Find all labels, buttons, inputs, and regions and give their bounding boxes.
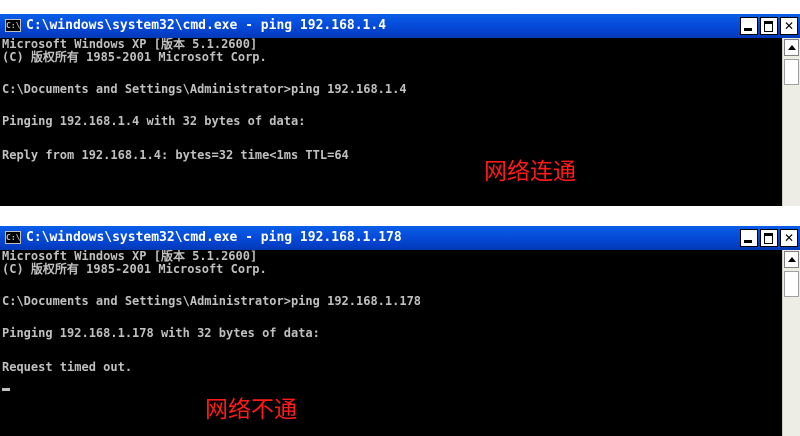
close-button[interactable]: ✕ <box>780 17 798 35</box>
title-bar[interactable]: C:\ C:\windows\system32\cmd.exe - ping 1… <box>0 14 800 38</box>
cmd-icon[interactable]: C:\ <box>5 231 21 244</box>
console-line: Request timed out. <box>2 360 133 374</box>
cmd-window-ping-timeout: C:\ C:\windows\system32\cmd.exe - ping 1… <box>0 226 800 436</box>
maximize-button[interactable] <box>760 229 778 247</box>
vertical-scrollbar[interactable] <box>782 38 800 206</box>
title-bar[interactable]: C:\ C:\windows\system32\cmd.exe - ping 1… <box>0 226 800 250</box>
console-line: (C) 版权所有 1985-2001 Microsoft Corp. <box>2 50 267 64</box>
vertical-scrollbar[interactable] <box>782 250 800 436</box>
cmd-window-ping-success: C:\ C:\windows\system32\cmd.exe - ping 1… <box>0 14 800 206</box>
scroll-thumb[interactable] <box>784 271 799 297</box>
minimize-button[interactable] <box>740 229 758 247</box>
window-controls: ✕ <box>740 229 798 247</box>
console-line: C:\Documents and Settings\Administrator>… <box>2 82 407 96</box>
cmd-icon[interactable]: C:\ <box>5 19 21 32</box>
window-controls: ✕ <box>740 17 798 35</box>
window-title: C:\windows\system32\cmd.exe - ping 192.1… <box>26 18 387 33</box>
console-cursor-line <box>2 378 782 391</box>
console-line: Pinging 192.168.1.178 with 32 bytes of d… <box>2 326 320 340</box>
console-output[interactable]: Microsoft Windows XP [版本 5.1.2600] (C) 版… <box>0 38 782 206</box>
close-button[interactable]: ✕ <box>780 229 798 247</box>
scroll-up-arrow-icon[interactable] <box>784 251 799 268</box>
console-line: Reply from 192.168.1.4: bytes=32 time<1m… <box>2 148 349 162</box>
maximize-button[interactable] <box>760 17 778 35</box>
scroll-up-arrow-icon[interactable] <box>784 39 799 56</box>
annotation-label: 网络连通 <box>484 159 576 185</box>
minimize-button[interactable] <box>740 17 758 35</box>
window-title: C:\windows\system32\cmd.exe - ping 192.1… <box>26 230 402 245</box>
text-cursor <box>2 388 10 391</box>
console-line: (C) 版权所有 1985-2001 Microsoft Corp. <box>2 262 267 276</box>
console-line: Pinging 192.168.1.4 with 32 bytes of dat… <box>2 114 306 128</box>
console-line: C:\Documents and Settings\Administrator>… <box>2 294 422 308</box>
annotation-label: 网络不通 <box>205 397 297 423</box>
scroll-thumb[interactable] <box>784 59 799 85</box>
console-output[interactable]: Microsoft Windows XP [版本 5.1.2600] (C) 版… <box>0 250 782 436</box>
